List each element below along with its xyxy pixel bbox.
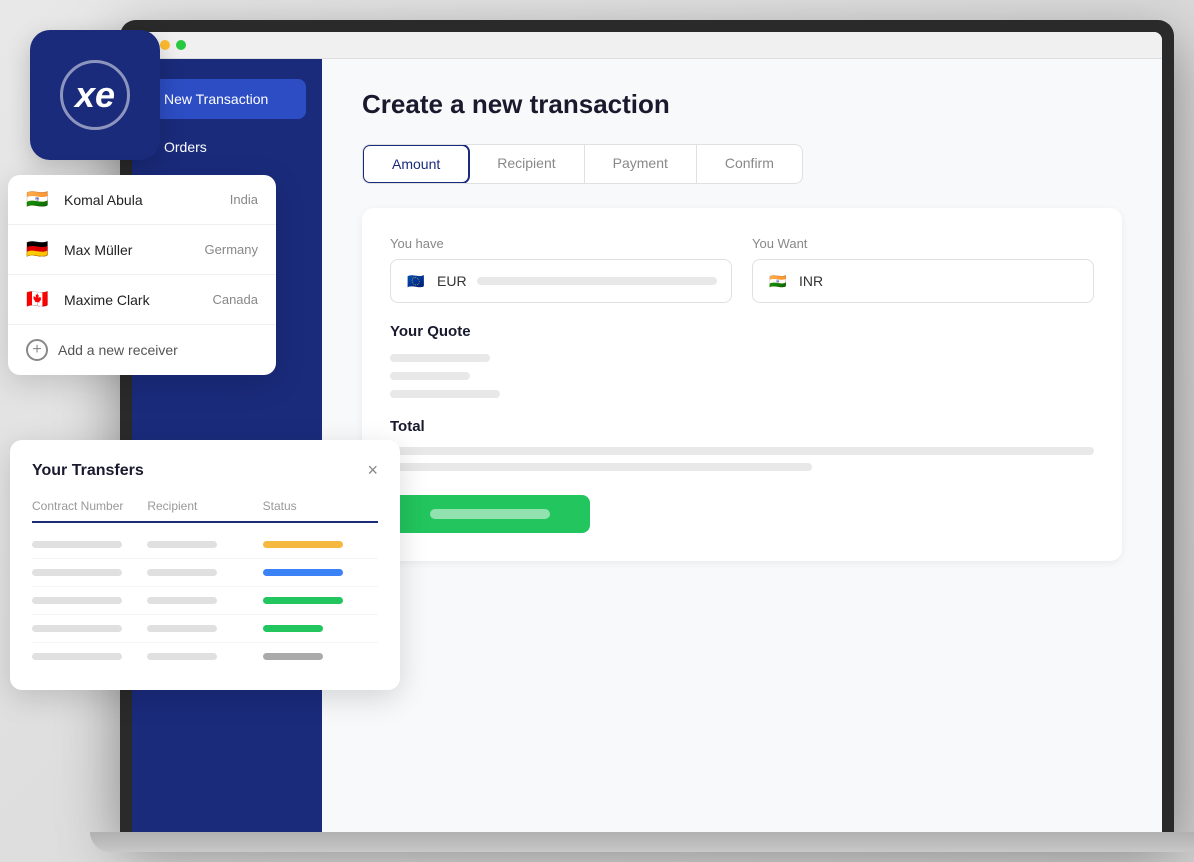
status-bar-1 — [263, 541, 343, 548]
receiver-item-1[interactable]: 🇮🇳 Komal Abula India — [8, 175, 276, 225]
tab-confirm[interactable]: Confirm — [697, 145, 802, 183]
you-want-label: You Want — [752, 236, 1094, 251]
tab-payment[interactable]: Payment — [585, 145, 697, 183]
status-bar-5 — [263, 653, 323, 660]
recipient-bar-3 — [147, 597, 217, 604]
receiver-country-2: Germany — [205, 242, 258, 257]
recipient-bar-5 — [147, 653, 217, 660]
quote-line-3 — [390, 390, 500, 398]
col-contract: Contract Number — [32, 499, 147, 513]
step-tabs: Amount Recipient Payment Confirm — [362, 144, 803, 184]
transaction-form-card: You have 🇪🇺 EUR You Want 🇮🇳 IN — [362, 208, 1122, 561]
col-status: Status — [263, 499, 378, 513]
add-receiver-button[interactable]: + Add a new receiver — [8, 325, 276, 375]
receiver-name-1: Komal Abula — [64, 192, 218, 208]
submit-button[interactable] — [390, 495, 590, 533]
inr-flag: 🇮🇳 — [767, 270, 789, 292]
total-section: Total — [390, 418, 1094, 471]
transfers-card: Your Transfers × Contract Number Recipie… — [10, 440, 400, 690]
from-currency-input[interactable]: 🇪🇺 EUR — [390, 259, 732, 303]
amount-input-bar — [477, 277, 717, 285]
canada-flag: 🇨🇦 — [26, 289, 52, 310]
to-currency-input[interactable]: 🇮🇳 INR — [752, 259, 1094, 303]
add-receiver-label: Add a new receiver — [58, 342, 178, 358]
contract-bar-1 — [32, 541, 122, 548]
recipient-bar-2 — [147, 569, 217, 576]
table-row[interactable] — [32, 587, 378, 615]
status-bar-3 — [263, 597, 343, 604]
xe-circle: xe — [60, 60, 130, 130]
receiver-name-2: Max Müller — [64, 242, 193, 258]
contract-bar-4 — [32, 625, 122, 632]
main-content: Create a new transaction Amount Recipien… — [322, 59, 1162, 832]
minimize-window-button[interactable] — [160, 40, 170, 50]
laptop-base — [90, 832, 1194, 852]
transfers-header: Your Transfers × — [32, 460, 378, 481]
browser-chrome — [132, 32, 1162, 59]
you-want-section: You Want 🇮🇳 INR — [752, 236, 1094, 303]
laptop-frame: New Transaction Orders My Accounts — [120, 20, 1174, 832]
germany-flag: 🇩🇪 — [26, 239, 52, 260]
eur-flag: 🇪🇺 — [405, 270, 427, 292]
col-recipient: Recipient — [147, 499, 262, 513]
quote-section: Your Quote — [390, 323, 1094, 398]
total-label: Total — [390, 418, 1094, 435]
add-icon: + — [26, 339, 48, 361]
total-bar-2 — [390, 463, 812, 471]
receivers-card: 🇮🇳 Komal Abula India 🇩🇪 Max Müller Germa… — [8, 175, 276, 375]
receiver-name-3: Maxime Clark — [64, 292, 200, 308]
to-currency-code: INR — [799, 273, 823, 289]
quote-line-1 — [390, 354, 490, 362]
transfers-close-button[interactable]: × — [367, 460, 378, 481]
from-currency-code: EUR — [437, 273, 467, 289]
recipient-bar-1 — [147, 541, 217, 548]
submit-btn-placeholder — [430, 509, 550, 519]
table-row[interactable] — [32, 559, 378, 587]
sidebar-item-label-orders: Orders — [164, 139, 207, 155]
contract-bar-2 — [32, 569, 122, 576]
receiver-country-3: Canada — [212, 292, 258, 307]
quote-label: Your Quote — [390, 323, 1094, 340]
table-row[interactable] — [32, 531, 378, 559]
you-have-label: You have — [390, 236, 732, 251]
tab-amount[interactable]: Amount — [362, 144, 470, 184]
status-bar-2 — [263, 569, 343, 576]
recipient-bar-4 — [147, 625, 217, 632]
receiver-item-2[interactable]: 🇩🇪 Max Müller Germany — [8, 225, 276, 275]
tab-recipient[interactable]: Recipient — [469, 145, 584, 183]
currency-row: You have 🇪🇺 EUR You Want 🇮🇳 IN — [390, 236, 1094, 303]
total-bar-1 — [390, 447, 1094, 455]
india-flag: 🇮🇳 — [26, 189, 52, 210]
status-bar-4 — [263, 625, 323, 632]
quote-line-2 — [390, 372, 470, 380]
receiver-country-1: India — [230, 192, 258, 207]
contract-bar-5 — [32, 653, 122, 660]
table-row[interactable] — [32, 615, 378, 643]
sidebar-item-label-new-transaction: New Transaction — [164, 91, 268, 107]
receiver-item-3[interactable]: 🇨🇦 Maxime Clark Canada — [8, 275, 276, 325]
xe-logo-card: xe — [30, 30, 160, 160]
maximize-window-button[interactable] — [176, 40, 186, 50]
sidebar-item-new-transaction[interactable]: New Transaction — [148, 79, 306, 119]
transfers-table-header: Contract Number Recipient Status — [32, 499, 378, 523]
transfers-title: Your Transfers — [32, 462, 144, 480]
xe-logo-text: xe — [75, 74, 115, 116]
page-title: Create a new transaction — [362, 89, 1122, 120]
contract-bar-3 — [32, 597, 122, 604]
laptop-screen: New Transaction Orders My Accounts — [132, 32, 1162, 832]
sidebar-item-orders[interactable]: Orders — [148, 127, 306, 167]
you-have-section: You have 🇪🇺 EUR — [390, 236, 732, 303]
table-row[interactable] — [32, 643, 378, 670]
